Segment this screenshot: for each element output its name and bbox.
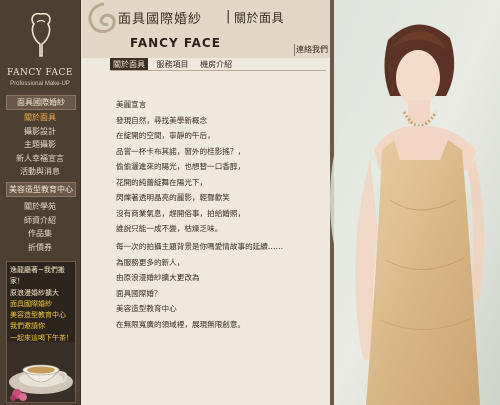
page-header: 面具國際婚紗 | 關於面具 FANCY FACE <box>82 0 330 58</box>
sidebar-item-portfolio[interactable]: 作品集 <box>0 227 80 241</box>
contact-link[interactable]: 連絡我們 <box>296 44 328 55</box>
content-line: 為服務更多的新人， <box>116 257 185 267</box>
divider <box>294 44 295 56</box>
brand-tagline: Professional Make-UP <box>10 81 70 87</box>
sidebar-item-coupon[interactable]: 折價券 <box>0 241 80 255</box>
brand-title: FANCY FACE <box>130 36 221 50</box>
brand-logo[interactable]: FANCY FACE Professional Make-UP <box>0 4 80 90</box>
sidebar-item-about[interactable]: 關於面具 <box>0 111 80 125</box>
brand-name: FANCY FACE <box>7 68 73 78</box>
sidebar-item-teachers[interactable]: 師資介紹 <box>0 214 80 228</box>
content-line: 在無限寬廣的領域裡，展現無限創意。 <box>116 319 246 329</box>
title-separator: | <box>226 9 231 24</box>
promo-line: 逸龍廳著~我們搬家！ <box>10 266 65 286</box>
promo-line: 我們邀請你 <box>10 322 45 331</box>
mask-logo-icon <box>31 12 51 57</box>
page: FANCY FACE Professional Make-UP 面具國際婚紗 關… <box>0 0 500 405</box>
content-line: 發現自然，尋找美學新概念 <box>116 115 208 125</box>
section-title: 關於面具 <box>234 11 285 25</box>
sidebar-item-theme-photo[interactable]: 主題攝影 <box>0 138 80 152</box>
content-line: 在綻開的空間，寧靜的午后， <box>116 131 215 140</box>
sidebar-item-news[interactable]: 活動與消息 <box>0 165 80 179</box>
promo-line: 美容造型教育中心 <box>10 311 66 320</box>
sidebar-item-photo-design[interactable]: 攝影設計 <box>0 125 80 139</box>
content-line: 由原浪漫婚紗擴大更改為 <box>116 273 200 282</box>
content-line: 誰說只能一成不變，枯燥乏味。 <box>116 224 223 233</box>
content-line: 花開的純蕾綻舞在陽光下， <box>116 177 208 187</box>
bride-photo <box>330 0 500 405</box>
left-sidebar: FANCY FACE Professional Make-UP 面具國際婚紗 關… <box>0 0 81 405</box>
wedding-menu: 關於面具 攝影設計 主題攝影 新人幸福宣言 活動與消息 <box>0 111 80 179</box>
content-line: 美容造型教育中心 <box>116 304 177 313</box>
section-header-wedding[interactable]: 面具國際婚紗 <box>6 95 76 110</box>
content-heading: 美麗宣言 <box>116 100 147 109</box>
divider <box>110 70 326 71</box>
promo-line: 原浪漫婚紗擴大 <box>10 288 59 297</box>
content-line: 沒有商業氣息，趕開俗事，拍給婚照， <box>116 208 246 218</box>
sidebar-item-academy[interactable]: 關於學苑 <box>0 200 80 214</box>
content-line: 每一次的拍攝主題背景是你嗎愛情故事的延續…… <box>116 242 284 251</box>
promo-line: 面具國際婚紗 <box>10 299 52 308</box>
content-line: 偷偷灑進來的陽光，也想替一口香醇， <box>116 162 246 171</box>
promo-banner[interactable]: 逸龍廳著~我們搬家！ 原浪漫婚紗擴大 面具國際婚紗 美容造型教育中心 我們邀請你… <box>6 261 76 403</box>
education-menu: 關於學苑 師資介紹 作品集 折價券 <box>0 200 80 254</box>
sidebar-item-declaration[interactable]: 新人幸福宣言 <box>0 152 80 166</box>
teacup-image <box>7 342 75 402</box>
content-line: 面具國際婚？ <box>116 288 162 298</box>
section-header-education[interactable]: 美容造型教育中心 <box>6 182 76 197</box>
page-title: 面具國際婚紗 <box>118 12 203 27</box>
content-line: 品嘗一杯卡布其諾，窗外的桂影搖？， <box>116 146 246 156</box>
content-line: 閃爍著透明晶亮的麗影，輕聲歡笑 <box>116 193 230 202</box>
